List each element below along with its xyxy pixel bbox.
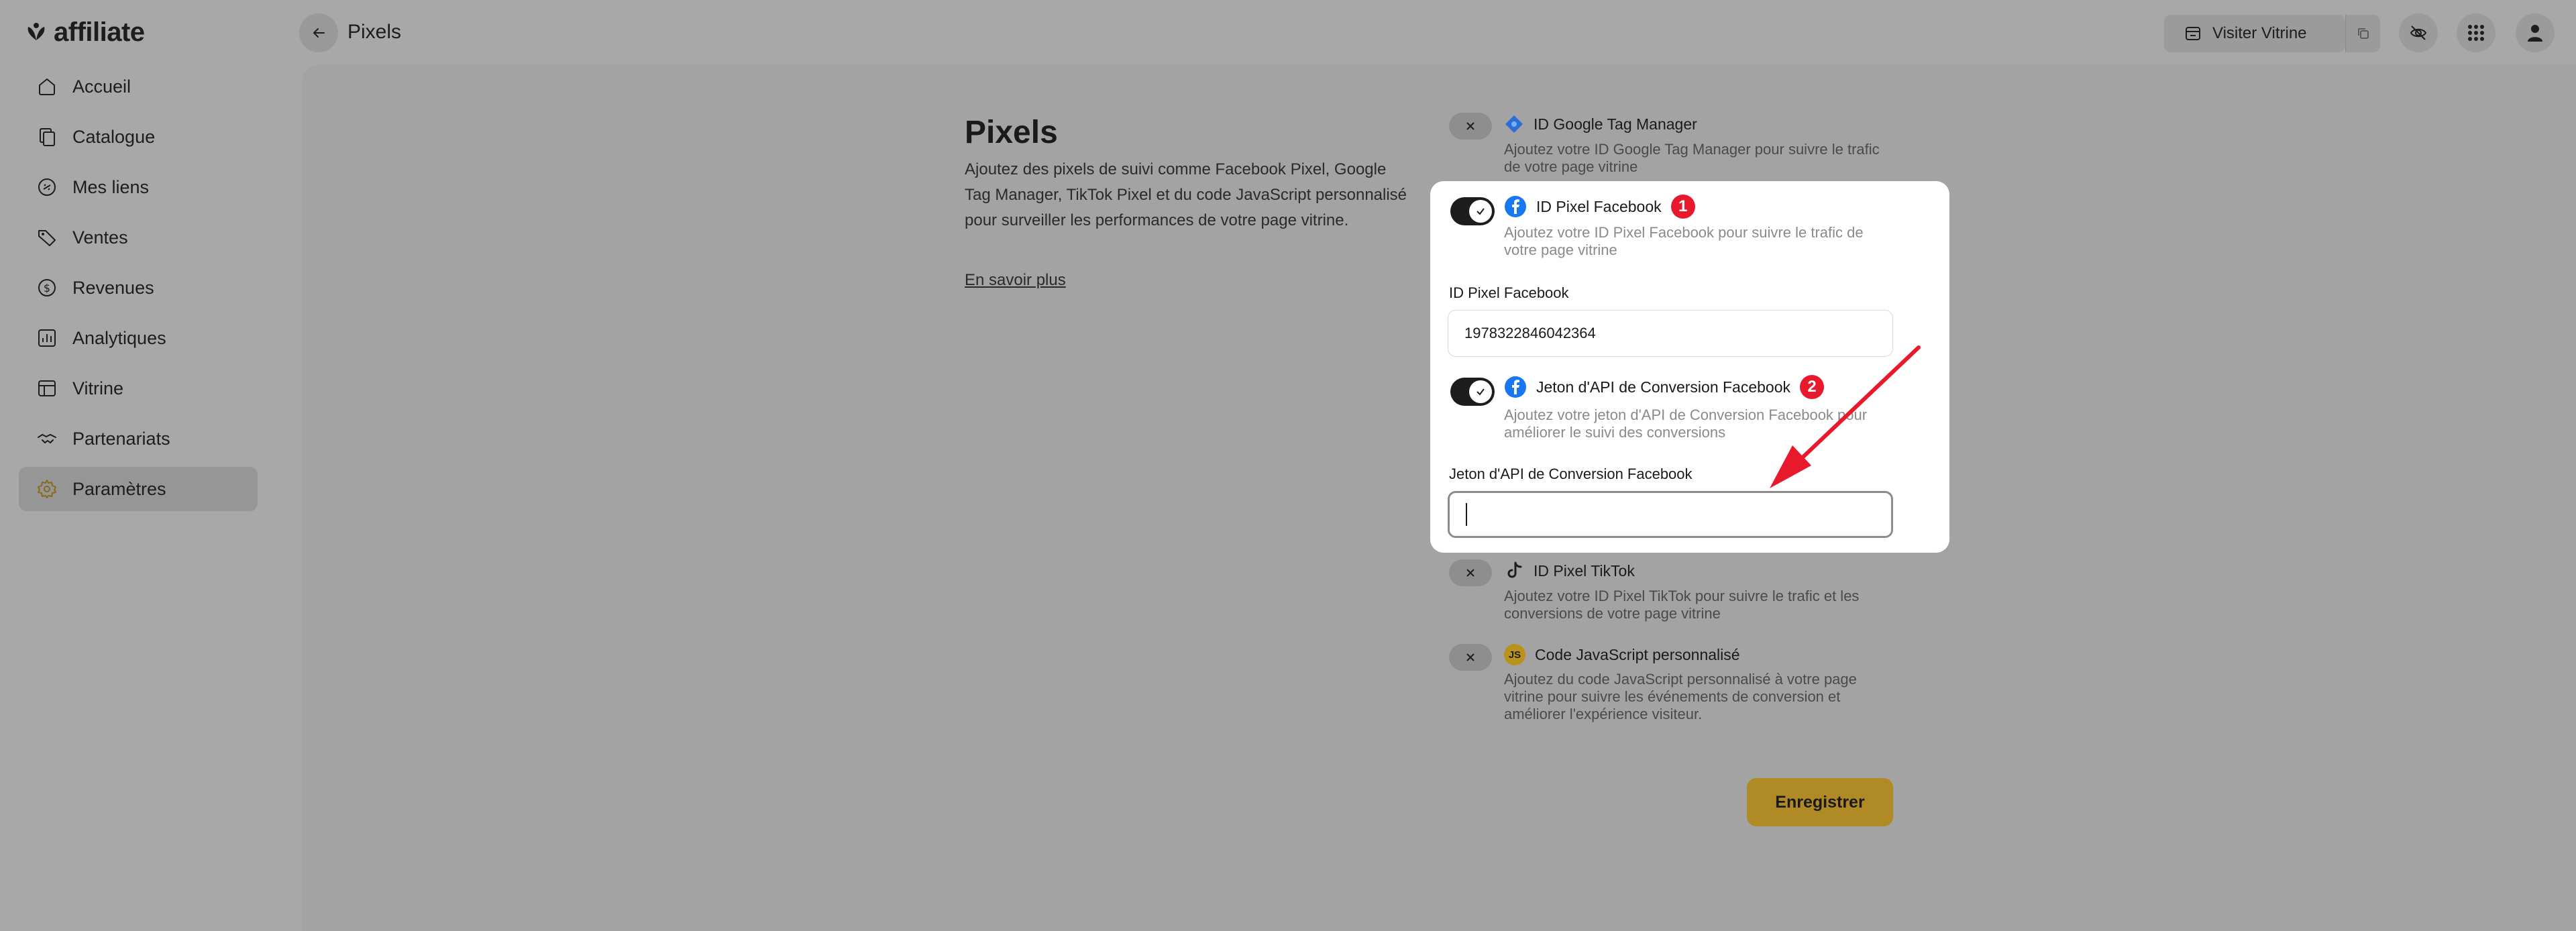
javascript-icon: JS <box>1504 644 1525 665</box>
sidebar-item-label: Analytiques <box>72 327 166 348</box>
facebook-icon <box>1505 196 1526 217</box>
gtm-title: ID Google Tag Manager <box>1534 115 1697 133</box>
facebook-pixel-toggle[interactable] <box>1450 197 1495 225</box>
copy-link-button[interactable] <box>2345 15 2380 52</box>
sidebar-item-label: Ventes <box>72 227 128 248</box>
facebook-capi-header: Jeton d'API de Conversion Facebook 2 <box>1504 375 1825 399</box>
sidebar-item-ventes[interactable]: Ventes <box>19 215 258 260</box>
visibility-toggle-button[interactable] <box>2399 13 2438 52</box>
tag-icon <box>35 225 59 250</box>
back-button[interactable] <box>299 13 338 52</box>
facebook-pixel-header: ID Pixel Facebook 1 <box>1504 195 1695 219</box>
sidebar-item-label: Paramètres <box>72 478 166 499</box>
sidebar-item-catalogue[interactable]: Catalogue <box>19 115 258 159</box>
sidebar-item-label: Vitrine <box>72 378 124 398</box>
gtm-description: Ajoutez votre ID Google Tag Manager pour… <box>1504 141 1880 175</box>
eye-off-icon <box>2410 25 2427 40</box>
facebook-pixel-field-label: ID Pixel Facebook <box>1449 284 1569 301</box>
sidebar-item-analytiques[interactable]: Analytiques <box>19 316 258 360</box>
step-badge-2: 2 <box>1800 375 1825 399</box>
facebook-pixel-input-value: 1978322846042364 <box>1464 325 1596 341</box>
user-menu-button[interactable] <box>2516 13 2555 52</box>
home-icon <box>35 74 59 99</box>
gtm-header: ID Google Tag Manager <box>1504 114 1697 134</box>
facebook-pixel-description: Ajoutez votre ID Pixel Facebook pour sui… <box>1504 224 1864 258</box>
user-icon <box>2528 25 2542 42</box>
close-icon <box>1466 653 1474 661</box>
catalog-icon <box>35 125 59 149</box>
close-icon <box>1466 122 1474 130</box>
visit-storefront-label: Visiter Vitrine <box>2212 24 2307 42</box>
facebook-pixel-title: ID Pixel Facebook <box>1536 197 1662 215</box>
chart-icon <box>35 326 59 350</box>
dollar-icon: $ <box>35 276 59 300</box>
gear-icon <box>35 477 59 501</box>
learn-more-link[interactable]: En savoir plus <box>965 271 1066 290</box>
sidebar-item-vitrine[interactable]: Vitrine <box>19 366 258 410</box>
handshake-icon <box>35 427 59 451</box>
sidebar-item-accueil[interactable]: Accueil <box>19 64 258 109</box>
apps-grid-button[interactable] <box>2457 13 2496 52</box>
tiktok-title: ID Pixel TikTok <box>1534 561 1635 580</box>
check-icon <box>1477 388 1485 396</box>
facebook-settings-card: ID Pixel Facebook 1 Ajoutez votre ID Pix… <box>1430 181 1949 553</box>
app-logo[interactable]: affiliate <box>23 16 145 48</box>
logo-icon <box>28 23 45 40</box>
check-icon <box>1477 208 1485 215</box>
copy-icon <box>2357 28 2369 39</box>
svg-text:$: $ <box>44 282 50 294</box>
tiktok-header: ID Pixel TikTok <box>1504 561 1635 581</box>
sidebar-item-revenues[interactable]: $ Revenues <box>19 266 258 310</box>
sidebar-item-label: Accueil <box>72 76 131 97</box>
custom-js-title: Code JavaScript personnalisé <box>1535 645 1740 663</box>
custom-js-toggle[interactable] <box>1449 644 1492 671</box>
sidebar-item-mes-liens[interactable]: Mes liens <box>19 165 258 209</box>
facebook-icon <box>1505 376 1526 398</box>
sidebar-item-label: Revenues <box>72 277 154 298</box>
sidebar-item-partenariats[interactable]: Partenariats <box>19 417 258 461</box>
toggle-knob <box>1469 380 1492 403</box>
custom-js-description: Ajoutez du code JavaScript personnalisé … <box>1504 671 1857 722</box>
facebook-capi-description: Ajoutez votre jeton d'API de Conversion … <box>1504 406 1868 441</box>
arrow-left-icon <box>313 28 325 38</box>
sidebar-item-parametres[interactable]: Paramètres <box>19 467 258 511</box>
google-tag-manager-icon <box>1505 115 1523 133</box>
sidebar: Accueil Catalogue Mes liens Ventes $ Rev… <box>19 64 258 517</box>
grid-icon <box>2468 25 2484 41</box>
save-button[interactable]: Enregistrer <box>1747 778 1893 826</box>
facebook-capi-input[interactable] <box>1448 491 1893 538</box>
gtm-toggle[interactable] <box>1449 113 1492 140</box>
toggle-knob <box>1469 200 1492 223</box>
storefront-icon <box>2186 27 2200 40</box>
section-title: Pixels <box>965 115 1058 150</box>
custom-js-header: JS Code JavaScript personnalisé <box>1504 644 1740 665</box>
logo-text: affiliate <box>54 17 145 47</box>
facebook-pixel-input[interactable]: 1978322846042364 <box>1448 310 1893 357</box>
visit-storefront-button[interactable]: Visiter Vitrine <box>2164 15 2345 52</box>
sidebar-item-label: Partenariats <box>72 428 170 449</box>
section-description: Ajoutez des pixels de suivi comme Facebo… <box>965 160 1407 229</box>
storefront-icon <box>35 376 59 400</box>
facebook-capi-toggle[interactable] <box>1450 378 1495 406</box>
tiktok-toggle[interactable] <box>1449 559 1492 586</box>
tiktok-icon <box>1507 561 1522 578</box>
tiktok-description: Ajoutez votre ID Pixel TikTok pour suivr… <box>1504 588 1860 622</box>
text-caret <box>1466 503 1467 526</box>
close-icon <box>1466 569 1474 577</box>
sidebar-item-label: Catalogue <box>72 126 156 147</box>
step-badge-1: 1 <box>1670 195 1695 219</box>
page-title: Pixels <box>347 21 402 43</box>
facebook-capi-field-label: Jeton d'API de Conversion Facebook <box>1449 466 1693 482</box>
sidebar-item-label: Mes liens <box>72 176 150 197</box>
link-icon <box>35 175 59 199</box>
facebook-capi-title: Jeton d'API de Conversion Facebook <box>1536 378 1791 396</box>
